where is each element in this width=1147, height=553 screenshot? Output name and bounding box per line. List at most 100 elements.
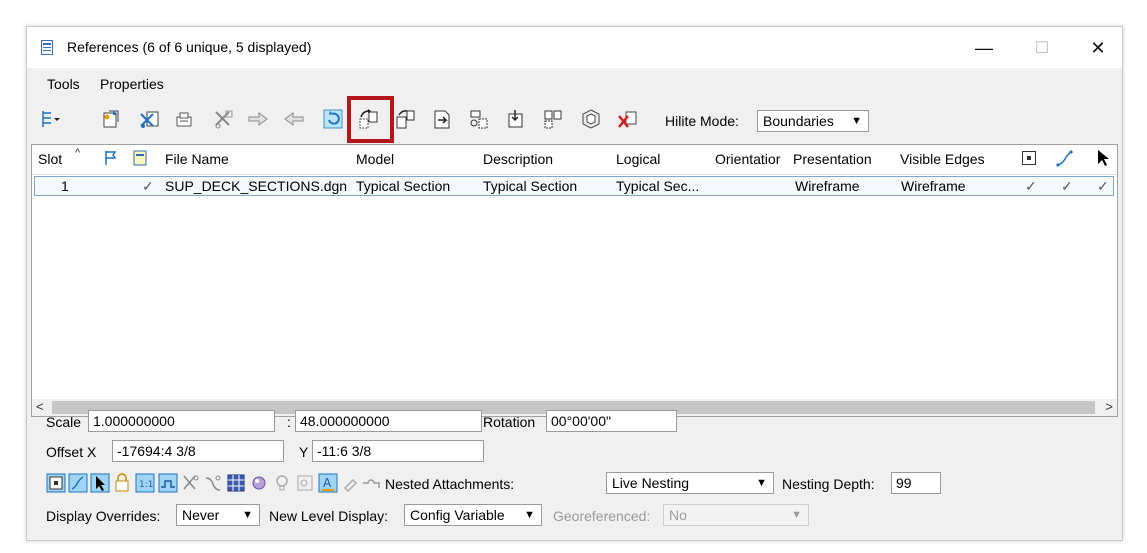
scale-reference-icon[interactable] — [395, 108, 417, 130]
chevron-down-icon: ▼ — [242, 509, 253, 521]
copy-reference-icon[interactable] — [283, 108, 305, 130]
colour-adjust-icon[interactable] — [249, 473, 269, 493]
clip-boundary-icon[interactable] — [213, 108, 235, 130]
row-logical: Typical Sec... — [616, 178, 700, 194]
snap-toggle-icon[interactable] — [68, 473, 88, 493]
rotation-label: Rotation — [483, 414, 536, 430]
references-table: Slot ^ File Name Model Description Logic… — [31, 144, 1118, 400]
clip-delete-icon[interactable] — [542, 108, 564, 130]
true-scale-icon[interactable]: 1:1 — [135, 473, 155, 493]
nesting-depth-label: Nesting Depth: — [782, 476, 875, 492]
row-description: Typical Section — [483, 178, 578, 194]
scale-input-2[interactable]: 48.000000000 — [295, 410, 482, 432]
nested-attachments-value: Live Nesting — [612, 475, 690, 491]
references-app-icon — [41, 40, 53, 55]
display-toggle-icon[interactable] — [46, 473, 66, 493]
col-description[interactable]: Description — [483, 151, 553, 167]
treat-as-element-icon[interactable] — [203, 473, 223, 493]
move-reference-icon[interactable] — [247, 108, 269, 130]
menu-bar: Tools Properties — [27, 68, 1122, 98]
menu-tools[interactable]: Tools — [47, 76, 80, 92]
file-column-icon[interactable] — [133, 150, 147, 169]
mirror-horizontal-icon[interactable] — [432, 108, 454, 130]
brush-icon[interactable] — [341, 473, 361, 493]
attach-reference-icon[interactable] — [100, 108, 122, 130]
menu-tools-label: Tools — [47, 76, 80, 92]
offset-x-input[interactable]: -17694:4 3/8 — [112, 440, 284, 462]
new-level-display-value: Config Variable — [410, 507, 505, 523]
offset-y-input[interactable]: -11:6 3/8 — [312, 440, 484, 462]
col-model[interactable]: Model — [356, 151, 394, 167]
col-file-name[interactable]: File Name — [165, 151, 229, 167]
row-check[interactable]: ✓ — [142, 178, 154, 195]
menu-properties-label: Properties — [100, 76, 164, 92]
scroll-left-icon[interactable]: < — [36, 399, 44, 414]
hilite-mode-select[interactable]: Boundaries ▼ — [757, 110, 869, 132]
georeferenced-select: No ▼ — [663, 504, 809, 526]
text-annotation-icon[interactable]: A — [318, 473, 338, 493]
clip-mask-icon[interactable] — [505, 108, 527, 130]
nested-attachments-label: Nested Attachments: — [385, 476, 515, 492]
chevron-down-icon: ▼ — [851, 115, 862, 127]
locate-toggle-icon[interactable] — [90, 473, 110, 493]
snap-column-icon[interactable] — [1056, 149, 1074, 170]
lightbulb-icon[interactable] — [272, 473, 292, 493]
row-snap-check[interactable]: ✓ — [1061, 178, 1073, 195]
scale-line-styles-icon[interactable] — [158, 473, 178, 493]
col-logical[interactable]: Logical — [616, 151, 660, 167]
display-overrides-label: Display Overrides: — [46, 508, 161, 524]
close-button[interactable]: ✕ — [1081, 36, 1115, 60]
detach-reference-icon[interactable] — [139, 108, 161, 130]
grid-icon[interactable] — [226, 473, 246, 493]
georeferenced-label: Georeferenced: — [553, 508, 651, 524]
flag-column-icon[interactable] — [104, 150, 118, 169]
scroll-right-icon[interactable]: > — [1105, 399, 1113, 414]
col-presentation[interactable]: Presentation — [793, 151, 872, 167]
row-model: Typical Section — [356, 178, 451, 194]
highlight-box — [347, 96, 394, 143]
window-title: References (6 of 6 unique, 5 displayed) — [67, 39, 312, 55]
mirror-vertical-icon[interactable] — [468, 108, 490, 130]
ignore-attachment-icon[interactable] — [181, 473, 201, 493]
list-view-icon[interactable] — [39, 108, 61, 130]
maximize-button[interactable]: ☐ — [1025, 36, 1059, 60]
col-orientation[interactable]: Orientatior — [715, 151, 791, 167]
raster-icon[interactable] — [295, 473, 315, 493]
row-locate-check[interactable]: ✓ — [1097, 178, 1109, 195]
rotation-input[interactable]: 00°00'00" — [546, 410, 677, 432]
references-window: References (6 of 6 unique, 5 displayed) … — [26, 26, 1123, 541]
nesting-depth-input[interactable]: 99 — [891, 472, 941, 494]
row-slot: 1 — [61, 178, 69, 194]
chevron-down-icon: ▼ — [524, 509, 535, 521]
display-overrides-value: Never — [182, 507, 220, 523]
exchange-icon[interactable] — [322, 108, 344, 130]
hilite-mode-label: Hilite Mode: — [665, 113, 739, 129]
row-presentation[interactable]: Wireframe — [795, 178, 860, 194]
title-bar: References (6 of 6 unique, 5 displayed) … — [27, 27, 1122, 68]
table-row[interactable]: 1 ✓ SUP_DECK_SECTIONS.dgn Typical Sectio… — [34, 176, 1114, 196]
col-visible-edges[interactable]: Visible Edges — [900, 151, 985, 167]
clip-front-icon[interactable] — [580, 108, 602, 130]
reload-reference-icon[interactable] — [173, 108, 195, 130]
minimize-button[interactable]: — — [967, 36, 1001, 60]
nesting-icon[interactable] — [361, 473, 381, 493]
row-display-check[interactable]: ✓ — [1025, 178, 1037, 195]
display-overrides-select[interactable]: Never ▼ — [176, 504, 260, 526]
display-column-icon[interactable] — [1022, 151, 1036, 168]
menu-properties[interactable]: Properties — [100, 76, 164, 92]
new-level-display-select[interactable]: Config Variable ▼ — [404, 504, 542, 526]
offset-x-label: Offset X — [46, 444, 97, 460]
chevron-down-icon: ▼ — [791, 509, 802, 521]
lock-icon[interactable] — [112, 473, 132, 493]
toolbar: Hilite Mode: Boundaries ▼ — [27, 98, 1122, 144]
table-header: Slot ^ File Name Model Description Logic… — [32, 145, 1117, 175]
hilite-mode-value: Boundaries — [763, 113, 834, 129]
row-visible-edges[interactable]: Wireframe — [901, 178, 966, 194]
row-file-name: SUP_DECK_SECTIONS.dgn — [165, 178, 348, 194]
scale-input-1[interactable]: 1.000000000 — [88, 410, 275, 432]
delete-clip-icon[interactable] — [617, 108, 639, 130]
col-slot[interactable]: Slot — [38, 151, 62, 167]
nested-attachments-select[interactable]: Live Nesting ▼ — [606, 472, 774, 494]
svg-text:1:1: 1:1 — [139, 480, 153, 490]
locate-column-icon[interactable] — [1096, 149, 1110, 170]
